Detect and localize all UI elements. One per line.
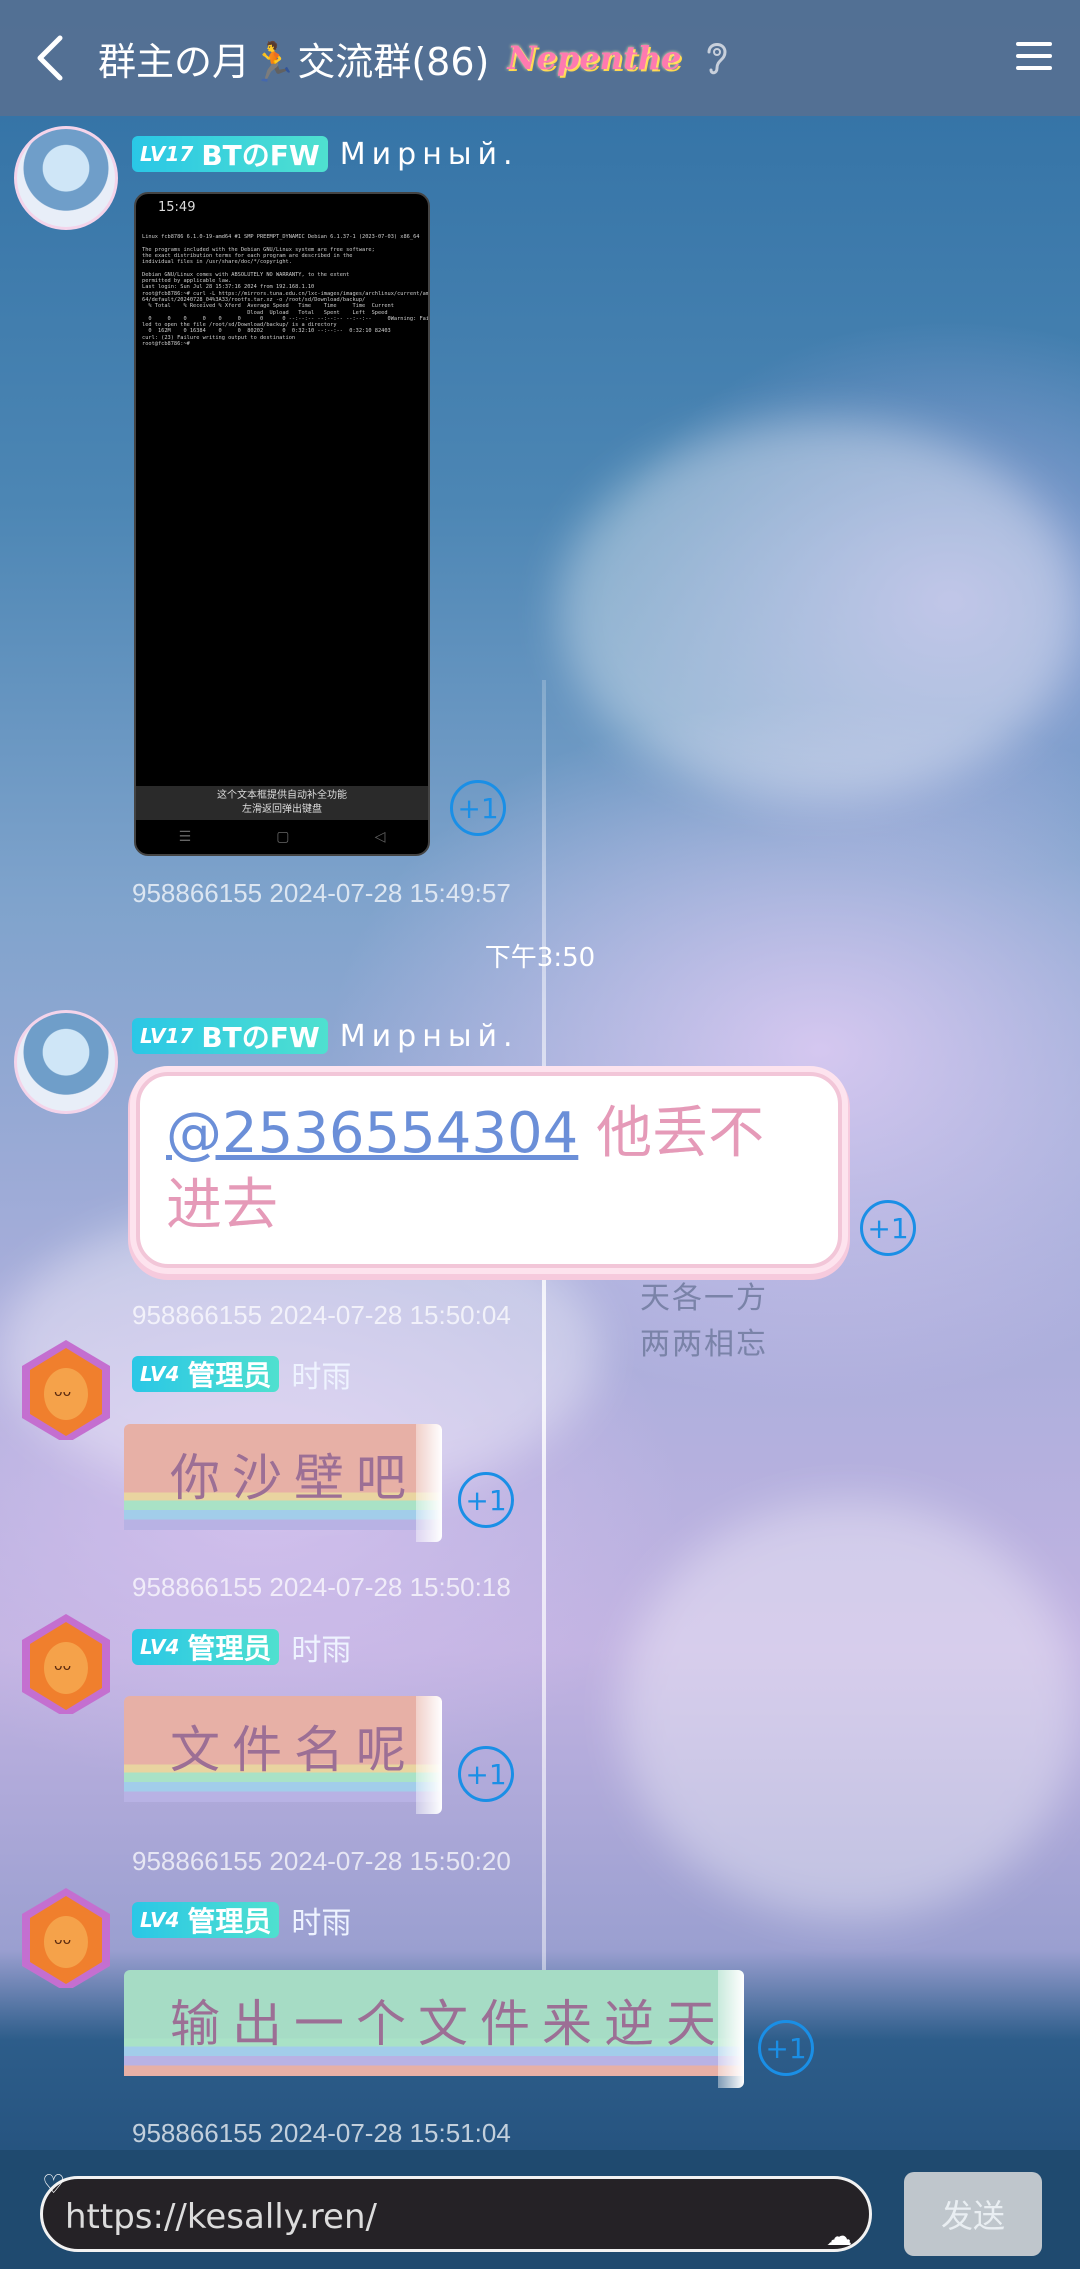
message-text: @2536554304 他丢不进去 (166, 1101, 765, 1238)
sender-row: LV17 BTのFW Мирный. (132, 136, 519, 172)
message-text: 你沙壁吧 (170, 1449, 418, 1507)
sender-name: 时雨 (291, 1360, 352, 1395)
image-footer: 这个文本框提供自动补全功能 左滑返回弹出键盘 (136, 786, 428, 820)
message-meta: 958866155 2024-07-28 15:50:04 (132, 1300, 511, 1330)
group-brand-tag: Nepenthe (507, 39, 682, 77)
text-message-bubble[interactable]: @2536554304 他丢不进去 (136, 1072, 842, 1268)
sender-row: LV17 BTのFW Мирный. (132, 1018, 519, 1054)
avatar[interactable] (14, 1010, 118, 1114)
plus-one-button[interactable]: +1 (458, 1746, 514, 1802)
cloud-deco-icon: ☁ (826, 2222, 852, 2252)
chat-header: 群主の月🏃交流群(86) Nepenthe (0, 0, 1080, 116)
text-message-bubble[interactable]: 文件名呢 (124, 1696, 442, 1814)
sender-name: Мирный. (339, 136, 519, 172)
menu-icon[interactable] (1014, 36, 1054, 76)
send-button[interactable]: 发送 (904, 2172, 1042, 2256)
svg-text:ᴗᴗ: ᴗᴗ (54, 1932, 71, 1948)
svg-text:ᴗᴗ: ᴗᴗ (54, 1658, 71, 1674)
message-meta: 958866155 2024-07-28 15:51:04 (132, 2118, 511, 2148)
svg-text:ᴗᴗ: ᴗᴗ (54, 1384, 71, 1400)
message-meta: 958866155 2024-07-28 15:50:20 (132, 1846, 511, 1876)
chat-title: 群主の月🏃交流群(86) (98, 39, 490, 84)
avatar[interactable] (14, 126, 118, 230)
message-meta: 958866155 2024-07-28 15:49:57 (132, 878, 511, 908)
heart-deco-icon: ♡ (42, 2170, 66, 2200)
mention-link[interactable]: @2536554304 (166, 1101, 578, 1166)
level-badge: LV4 管理员 (132, 1629, 280, 1665)
back-icon (37, 35, 63, 81)
sender-row: LV4 管理员 时雨 (132, 1898, 351, 1942)
level-badge: LV4 管理员 (132, 1356, 280, 1392)
background-cloud (620, 1500, 1080, 1920)
text-message-bubble[interactable]: 输出一个文件来逆天 (124, 1970, 744, 2088)
avatar[interactable]: ᴗᴗ (14, 1336, 118, 1440)
time-divider: 下午3:50 (484, 943, 596, 973)
plus-one-button[interactable]: +1 (450, 780, 506, 836)
image-message[interactable]: 15:49 Linux fcb8786 6.1.0-19-amd64 #1 SM… (134, 192, 430, 856)
sender-name: 时雨 (291, 1633, 352, 1668)
sender-name: 时雨 (291, 1906, 352, 1941)
level-badge: LV17 BTのFW (132, 136, 328, 172)
text-message-bubble[interactable]: 你沙壁吧 (124, 1424, 442, 1542)
avatar[interactable]: ᴗᴗ (14, 1610, 118, 1714)
avatar[interactable]: ᴗᴗ (14, 1884, 118, 1988)
sender-row: LV4 管理员 时雨 (132, 1352, 351, 1396)
level-badge: LV4 管理员 (132, 1902, 280, 1938)
message-text: 文件名呢 (170, 1721, 418, 1779)
plus-one-button[interactable]: +1 (458, 1472, 514, 1528)
background-contrail (542, 680, 546, 2060)
image-status-time: 15:49 (158, 200, 196, 215)
level-badge: LV17 BTのFW (132, 1018, 328, 1054)
ear-icon[interactable] (701, 38, 731, 78)
message-meta: 958866155 2024-07-28 15:50:18 (132, 1572, 511, 1602)
image-terminal-text: Linux fcb8786 6.1.0-19-amd64 #1 SMP PREE… (142, 234, 430, 348)
background-watermark-text: 天各一方 两两相忘 (640, 1281, 768, 1362)
background-cloud (560, 420, 1080, 800)
avatar-emblem-icon: ᴗᴗ (22, 1888, 110, 1988)
avatar-emblem-icon: ᴗᴗ (22, 1340, 110, 1440)
back-button[interactable] (0, 0, 100, 116)
sender-row: LV4 管理员 时雨 (132, 1625, 351, 1669)
sender-name: Мирный. (339, 1018, 519, 1054)
plus-one-button[interactable]: +1 (860, 1200, 916, 1256)
image-nav-bar: ☰ ▢ ◁ (178, 829, 386, 845)
message-input[interactable]: https://kesally.ren/ (40, 2176, 872, 2252)
message-text: 输出一个文件来逆天 (170, 1995, 728, 2053)
avatar-emblem-icon: ᴗᴗ (22, 1614, 110, 1714)
plus-one-button[interactable]: +1 (758, 2020, 814, 2076)
